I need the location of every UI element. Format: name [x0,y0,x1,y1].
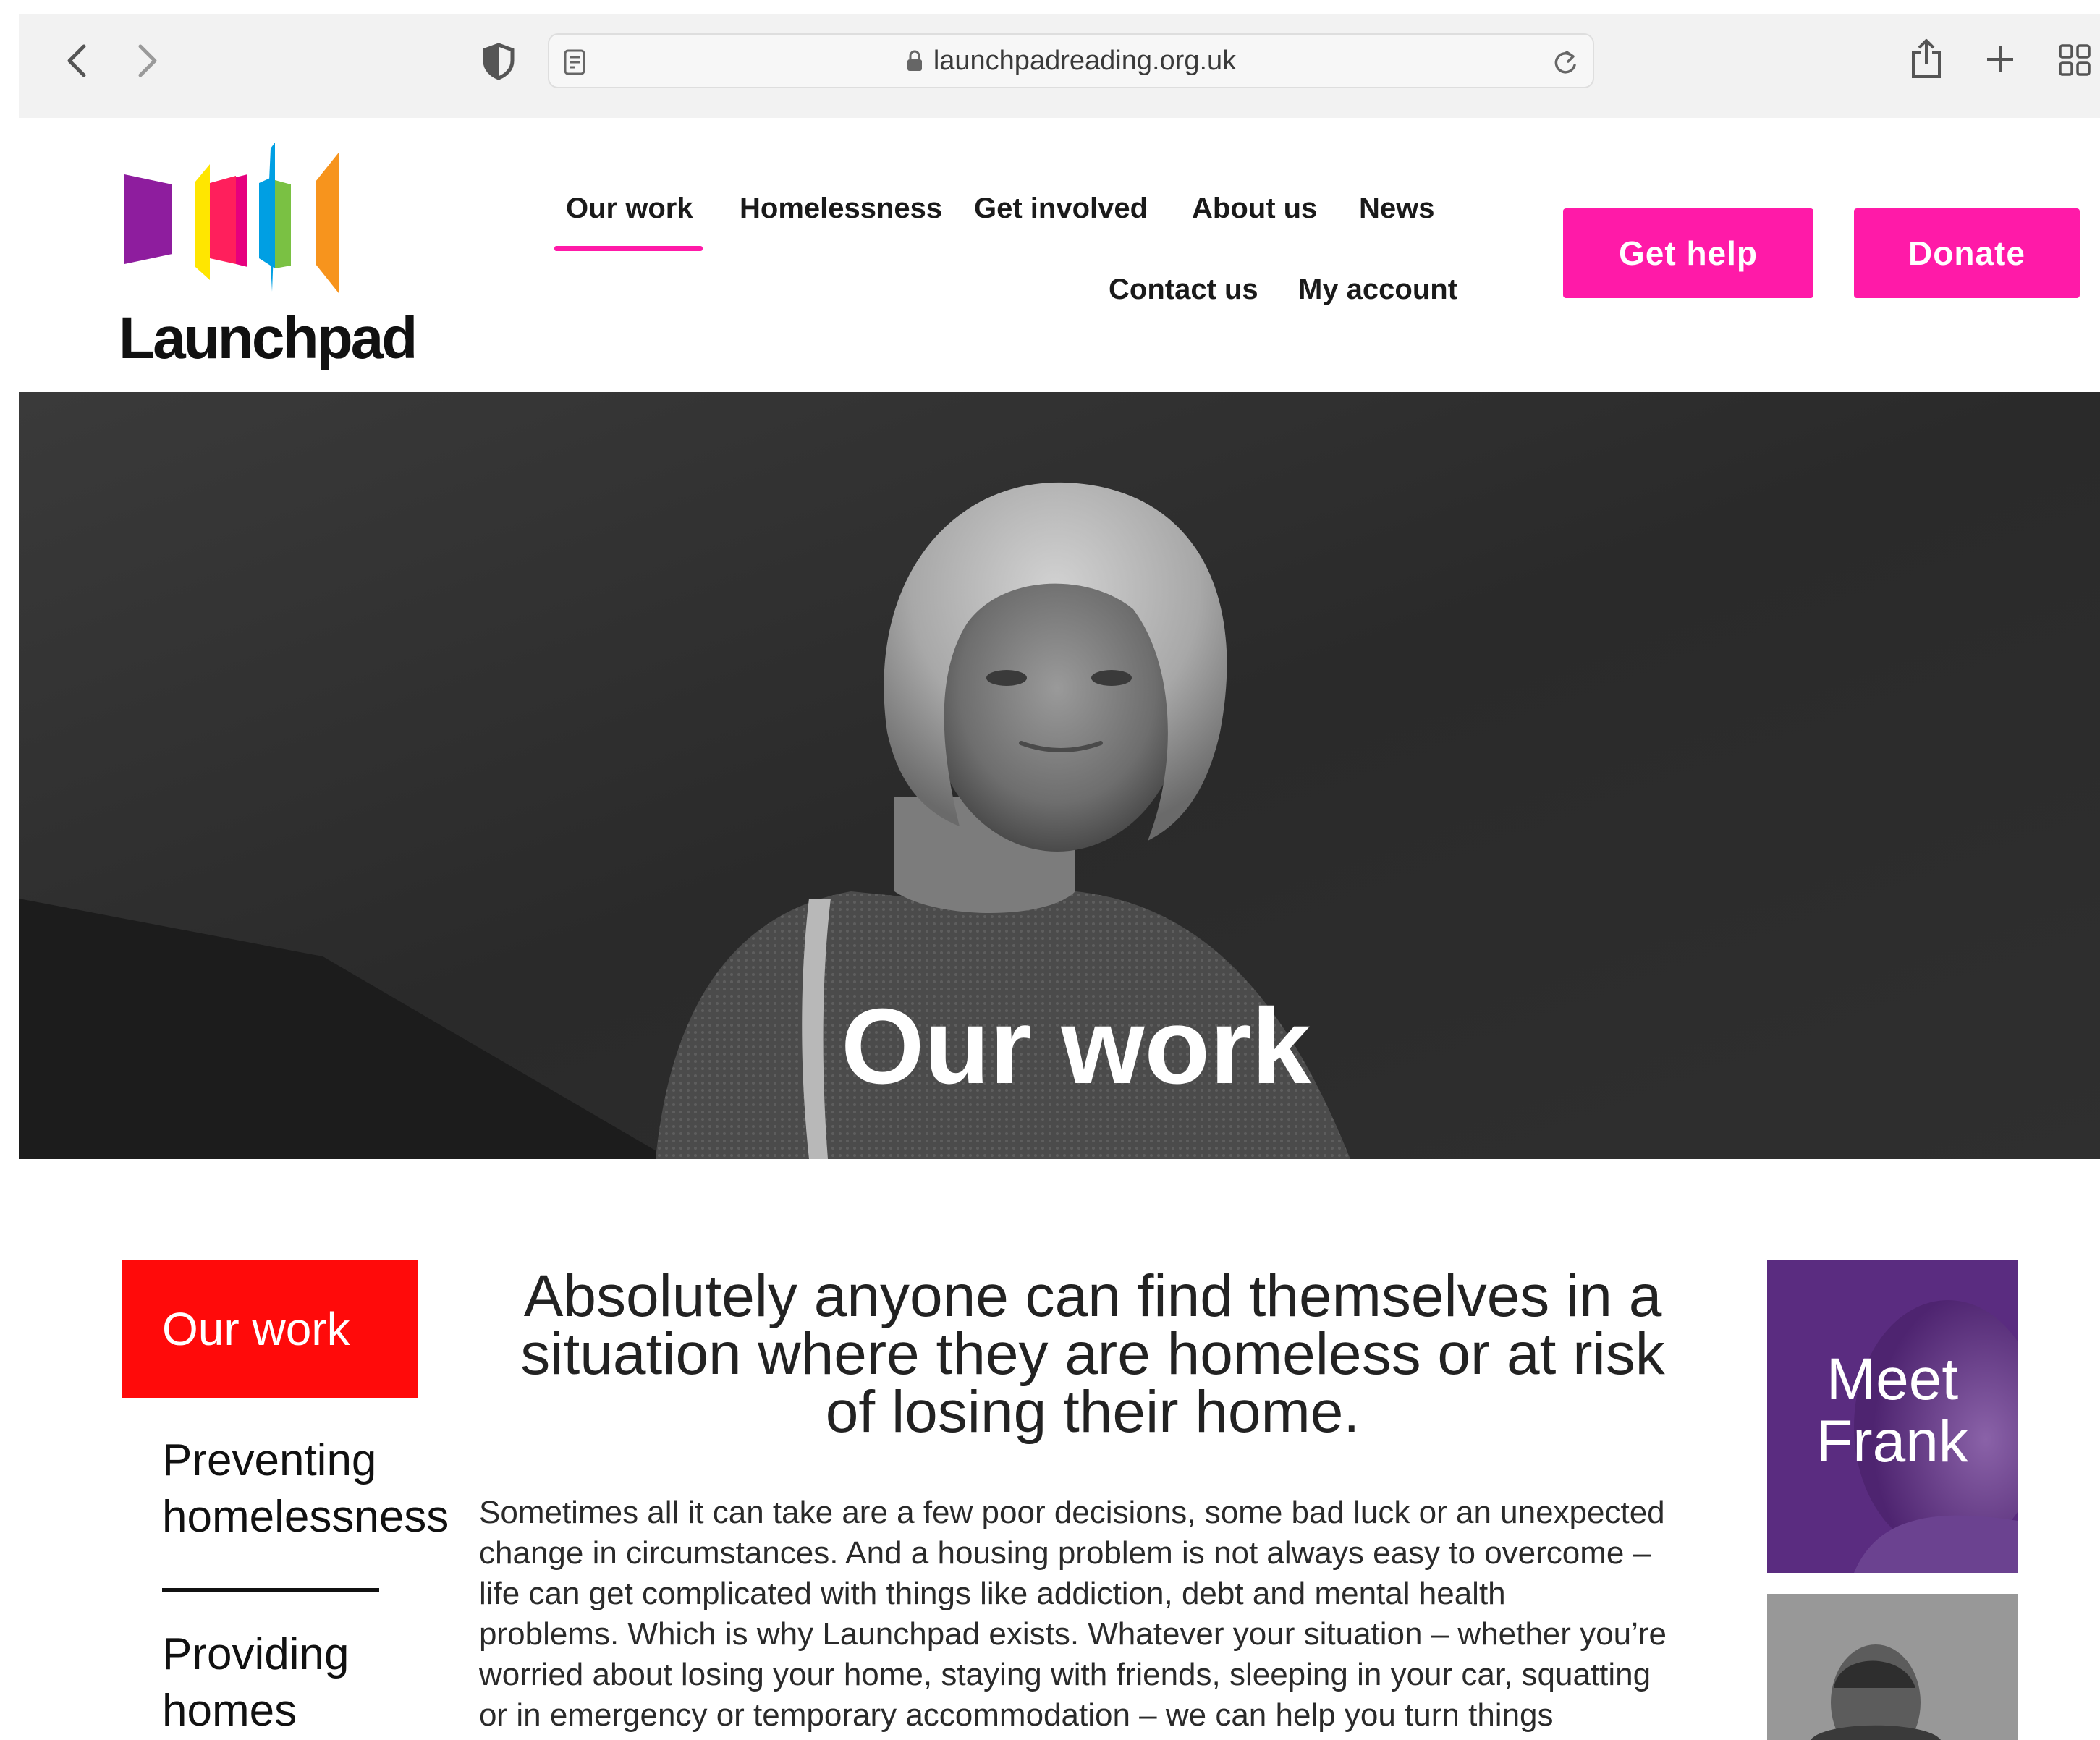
sidebar-divider [162,1588,379,1592]
paragraph-line: Sometimes all it can take are a few poor… [479,1495,1665,1530]
paragraph-line: life can get complicated with things lik… [479,1576,1506,1611]
tab-overview-icon[interactable] [2058,43,2091,77]
story-photo [1767,1594,2018,1740]
share-icon[interactable] [1909,38,1944,80]
headline-line: of losing their home. [825,1379,1360,1445]
nav-contact-us[interactable]: Contact us [1109,273,1258,306]
sidebar-item-label-line2: homelessness [162,1492,449,1542]
paragraph-line: problems. Which is why Launchpad exists.… [479,1616,1667,1652]
sidebar-item-label-line1: Providing [162,1629,350,1679]
forward-icon[interactable] [135,42,161,80]
meet-frank-line2: Frank [1816,1409,1968,1474]
intro-paragraph: Sometimes all it can take are a few poor… [479,1493,1702,1736]
headline-line: situation where they are homeless or at … [520,1321,1665,1387]
logo-text: Launchpad [119,305,418,371]
new-tab-icon[interactable] [1984,43,2016,75]
paragraph-line: worried about losing your home, staying … [479,1657,1651,1692]
lock-icon [907,50,922,71]
sidebar-item-providing-homes[interactable]: Providing homes [162,1626,349,1739]
site-header: Launchpad Our work Homelessness Get invo… [19,118,2100,392]
meet-frank-line1: Meet [1826,1346,1959,1412]
hero-title: Our work [841,987,1311,1106]
paragraph-line: or in emergency or temporary accommodati… [479,1697,1554,1733]
launchpad-logo-icon [124,143,339,293]
reload-icon[interactable] [1551,48,1580,77]
privacy-shield-icon[interactable] [482,42,515,80]
back-icon[interactable] [64,42,90,80]
page-headline: Absolutely anyone can find themselves in… [478,1263,1708,1445]
paragraph-line: change in circumstances. And a housing p… [479,1535,1651,1571]
nav-our-work[interactable]: Our work [566,192,693,225]
logo[interactable]: Launchpad [19,118,424,392]
nav-news[interactable]: News [1359,192,1435,225]
sidebar-item-label-line2: homes [162,1686,297,1736]
hero-banner: Our work [19,392,2100,1159]
get-help-button[interactable]: Get help [1563,208,1813,298]
nav-about-us[interactable]: About us [1192,192,1317,225]
headline-line: Absolutely anyone can find themselves in… [523,1263,1662,1329]
sidebar-item-our-work[interactable]: Our work [122,1260,418,1398]
donate-button[interactable]: Donate [1854,208,2080,298]
address-bar[interactable]: launchpadreading.org.uk [548,33,1594,88]
url-display[interactable]: launchpadreading.org.uk [549,35,1593,87]
meet-frank-title: Meet Frank [1767,1349,2018,1473]
nav-homelessness[interactable]: Homelessness [740,192,942,225]
sidebar-item-preventing-homelessness[interactable]: Preventing homelessness [162,1433,449,1545]
browser-toolbar: launchpadreading.org.uk [19,14,2100,118]
story-photo-card[interactable] [1767,1594,2018,1740]
nav-my-account[interactable]: My account [1298,273,1457,306]
nav-get-involved[interactable]: Get involved [974,192,1148,225]
meet-frank-card[interactable]: Meet Frank [1767,1260,2018,1573]
sidebar-item-label-line1: Preventing [162,1435,377,1485]
nav-active-indicator [554,246,703,251]
url-text: launchpadreading.org.uk [933,46,1237,76]
